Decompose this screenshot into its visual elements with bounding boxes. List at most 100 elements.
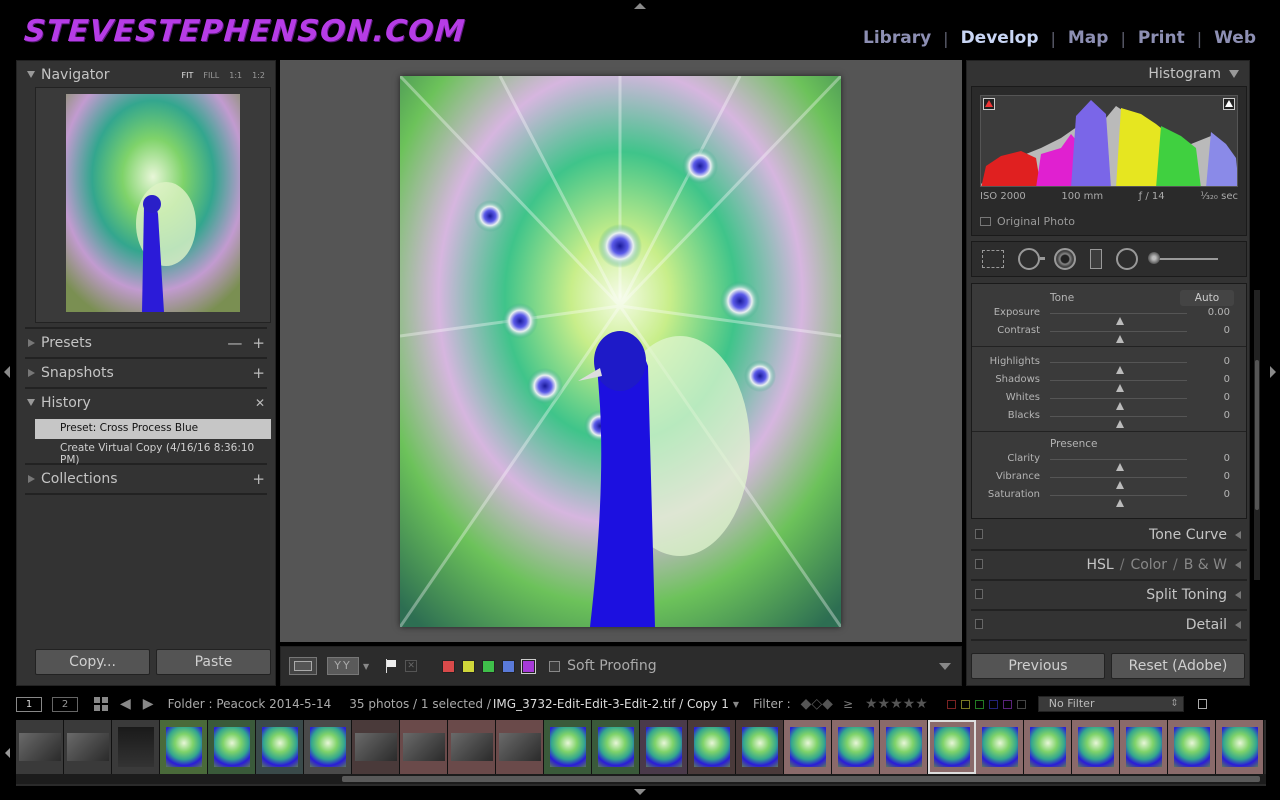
filmstrip-thumbnail[interactable] — [16, 720, 64, 774]
soft-proofing-toggle[interactable]: Soft Proofing — [549, 658, 657, 674]
bw-tab[interactable]: B & W — [1184, 557, 1227, 573]
reject-flag-icon[interactable]: ✕ — [405, 660, 418, 672]
slider-value[interactable]: 0 — [1224, 325, 1230, 336]
history-item[interactable]: Create Virtual Copy (4/16/16 8:36:10 PM) — [35, 439, 271, 466]
navigator-preview[interactable] — [35, 87, 271, 323]
filmstrip-thumbnail[interactable] — [544, 720, 592, 774]
grid-view-icon[interactable] — [94, 697, 108, 711]
slider-shadows[interactable]: Shadows 0 — [972, 371, 1246, 392]
slider-value[interactable]: 0 — [1224, 356, 1230, 367]
filmstrip-thumbnail[interactable] — [832, 720, 880, 774]
panel-switch-icon[interactable] — [975, 559, 983, 569]
remove-preset-icon[interactable]: — — [227, 334, 242, 352]
reset-button[interactable]: Reset (Adobe) — [1111, 653, 1245, 679]
loupe-view-button[interactable] — [289, 657, 317, 675]
filmstrip-thumbnail[interactable] — [496, 720, 544, 774]
collections-header[interactable]: Collections + — [17, 465, 275, 493]
slider-saturation[interactable]: Saturation 0 — [972, 486, 1246, 507]
slider-value[interactable]: 0 — [1224, 392, 1230, 403]
slider-track[interactable] — [1050, 362, 1187, 374]
before-after-button[interactable]: YY — [327, 657, 359, 675]
red-eye-tool-icon[interactable] — [1054, 248, 1076, 270]
selected-filename[interactable]: IMG_3732-Edit-Edit-3-Edit-2.tif / Copy 1 — [493, 697, 729, 711]
spot-removal-tool-icon[interactable] — [1018, 248, 1045, 270]
filmstrip-thumbnail[interactable] — [592, 720, 640, 774]
slider-vibrance[interactable]: Vibrance 0 — [972, 468, 1246, 489]
panel-switch-icon[interactable] — [975, 529, 983, 539]
filmstrip-thumbnail[interactable] — [880, 720, 928, 774]
slider-contrast[interactable]: Contrast 0 — [972, 322, 1246, 343]
rating-filter-stars[interactable]: ★★★★★ — [865, 696, 928, 712]
filmstrip-thumbnail[interactable] — [448, 720, 496, 774]
color-filter-red[interactable] — [946, 699, 956, 709]
filmstrip-thumbnail[interactable] — [64, 720, 112, 774]
filmstrip-thumbnail[interactable] — [928, 720, 976, 774]
color-label-blue[interactable] — [502, 659, 516, 673]
filmstrip-thumbnail[interactable] — [640, 720, 688, 774]
add-snapshot-icon[interactable]: + — [252, 364, 265, 382]
panel-switch-icon[interactable] — [975, 619, 983, 629]
slider-track[interactable] — [1050, 398, 1187, 410]
filmstrip-thumbnail[interactable] — [1168, 720, 1216, 774]
color-label-green[interactable] — [482, 659, 496, 673]
secondary-window-button[interactable]: 2 — [52, 696, 78, 712]
filmstrip-thumbnail[interactable] — [1120, 720, 1168, 774]
slider-value[interactable]: 0 — [1224, 489, 1230, 500]
bottom-panel-toggle-arrow[interactable] — [634, 789, 646, 795]
filmstrip-scroll-thumb[interactable] — [342, 776, 1260, 782]
chevron-down-icon[interactable]: ▼ — [733, 700, 739, 709]
copy-button[interactable]: Copy... — [35, 649, 150, 675]
paste-button[interactable]: Paste — [156, 649, 271, 675]
color-filter-yellow[interactable] — [960, 699, 970, 709]
hsl-tab[interactable]: HSL — [1087, 557, 1114, 573]
slider-value[interactable]: 0 — [1224, 374, 1230, 385]
left-panel-toggle-arrow[interactable] — [4, 366, 10, 378]
slider-track[interactable] — [1050, 495, 1187, 507]
snapshots-header[interactable]: Snapshots + — [17, 359, 275, 387]
filmstrip-thumbnail[interactable] — [160, 720, 208, 774]
filmstrip-thumbnail[interactable] — [400, 720, 448, 774]
slider-exposure[interactable]: Exposure 0.00 — [972, 304, 1246, 325]
color-filter-other[interactable] — [1016, 699, 1026, 709]
detail-header[interactable]: Detail — [971, 611, 1247, 639]
clear-history-icon[interactable]: ✕ — [255, 396, 265, 410]
tone-curve-header[interactable]: Tone Curve — [971, 521, 1247, 549]
slider-track[interactable] — [1050, 331, 1187, 343]
module-develop[interactable]: Develop — [961, 28, 1039, 48]
filmstrip-thumbnail[interactable] — [784, 720, 832, 774]
slider-thumb[interactable] — [1116, 420, 1124, 428]
previous-button[interactable]: Previous — [971, 653, 1105, 679]
color-label-red[interactable] — [442, 659, 456, 673]
pick-flag-icon[interactable] — [385, 659, 397, 673]
slider-track[interactable] — [1050, 459, 1187, 471]
histogram-graph[interactable] — [980, 95, 1238, 187]
slider-track[interactable] — [1050, 380, 1187, 392]
main-window-button[interactable]: 1 — [16, 696, 42, 712]
folder-source[interactable]: Folder : Peacock 2014-5-14 — [168, 697, 332, 711]
slider-value[interactable]: 0.00 — [1208, 307, 1230, 318]
split-toning-header[interactable]: Split Toning — [971, 581, 1247, 609]
slider-clarity[interactable]: Clarity 0 — [972, 450, 1246, 471]
zoom-fit[interactable]: FIT — [182, 71, 194, 80]
filmstrip-thumbnail[interactable] — [352, 720, 400, 774]
slider-blacks[interactable]: Blacks 0 — [972, 407, 1246, 428]
panel-switch-icon[interactable] — [975, 589, 983, 599]
filter-lock-icon[interactable] — [1197, 699, 1207, 709]
filmstrip-thumbnail[interactable] — [976, 720, 1024, 774]
crop-tool-icon[interactable] — [982, 250, 1004, 268]
slider-thumb[interactable] — [1116, 335, 1124, 343]
shadow-clipping-indicator[interactable] — [983, 98, 995, 110]
filmstrip-thumbnail[interactable] — [256, 720, 304, 774]
slider-track[interactable] — [1050, 416, 1187, 428]
color-filter-blue[interactable] — [988, 699, 998, 709]
slider-track[interactable] — [1050, 477, 1187, 489]
color-label-yellow[interactable] — [462, 659, 476, 673]
color-filter-purple[interactable] — [1002, 699, 1012, 709]
module-library[interactable]: Library — [863, 28, 931, 48]
original-photo-checkbox[interactable] — [980, 217, 991, 226]
soft-proofing-checkbox[interactable] — [549, 660, 561, 672]
module-print[interactable]: Print — [1138, 28, 1185, 48]
highlight-clipping-indicator[interactable] — [1223, 98, 1235, 110]
zoom-1-2[interactable]: 1:2 — [252, 71, 265, 80]
filmstrip-thumbnail[interactable] — [736, 720, 784, 774]
